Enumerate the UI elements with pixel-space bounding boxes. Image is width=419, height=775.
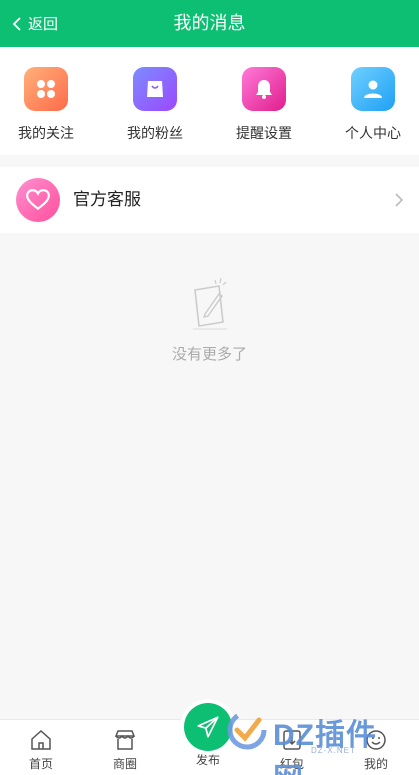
tab-publish[interactable]: 发布 (178, 751, 238, 768)
tab-label: 首页 (28, 757, 53, 771)
quick-link-reminder-settings[interactable]: 提醒设置 (216, 67, 312, 143)
heart-icon (16, 178, 60, 222)
empty-text: 没有更多了 (171, 346, 247, 363)
home-icon (31, 729, 51, 750)
tab-mine[interactable]: 我的 (346, 728, 406, 772)
chevron-right-icon (395, 193, 403, 207)
quick-link-label: 个人中心 (345, 125, 401, 141)
redpacket-icon (283, 730, 301, 750)
tab-label: 发布 (195, 753, 220, 767)
bag-icon (133, 67, 177, 111)
official-service-row[interactable]: 官方客服 (0, 167, 419, 233)
user-icon (351, 67, 395, 111)
note-pencil-icon (192, 277, 227, 330)
service-label: 官方客服 (73, 190, 141, 209)
quick-link-label: 提醒设置 (236, 125, 292, 141)
tab-label: 商圈 (112, 757, 137, 771)
smile-icon (366, 730, 386, 750)
store-icon (114, 730, 136, 750)
page-title: 我的消息 (173, 13, 246, 33)
bell-icon (242, 67, 286, 111)
tab-home[interactable]: 首页 (11, 728, 71, 772)
tab-business-circle[interactable]: 商圈 (95, 728, 155, 772)
send-icon (197, 716, 219, 738)
tab-label: 红包 (279, 757, 304, 771)
tab-red-packet[interactable]: 红包 (262, 728, 322, 772)
quick-link-fans[interactable]: 我的粉丝 (107, 67, 203, 143)
top-bar: 返回 我的消息 (0, 0, 419, 47)
publish-button[interactable] (184, 703, 232, 751)
quick-link-following[interactable]: 我的关注 (0, 67, 94, 143)
quick-link-label: 我的粉丝 (127, 125, 183, 141)
empty-state: 没有更多了 (0, 276, 419, 364)
quick-link-label: 我的关注 (18, 125, 74, 141)
quick-links: 我的关注 我的粉丝 提醒设置 个人中心 (0, 47, 419, 155)
tab-label: 我的 (363, 757, 388, 771)
quick-link-personal-center[interactable]: 个人中心 (325, 67, 419, 143)
grid-icon (24, 67, 68, 111)
